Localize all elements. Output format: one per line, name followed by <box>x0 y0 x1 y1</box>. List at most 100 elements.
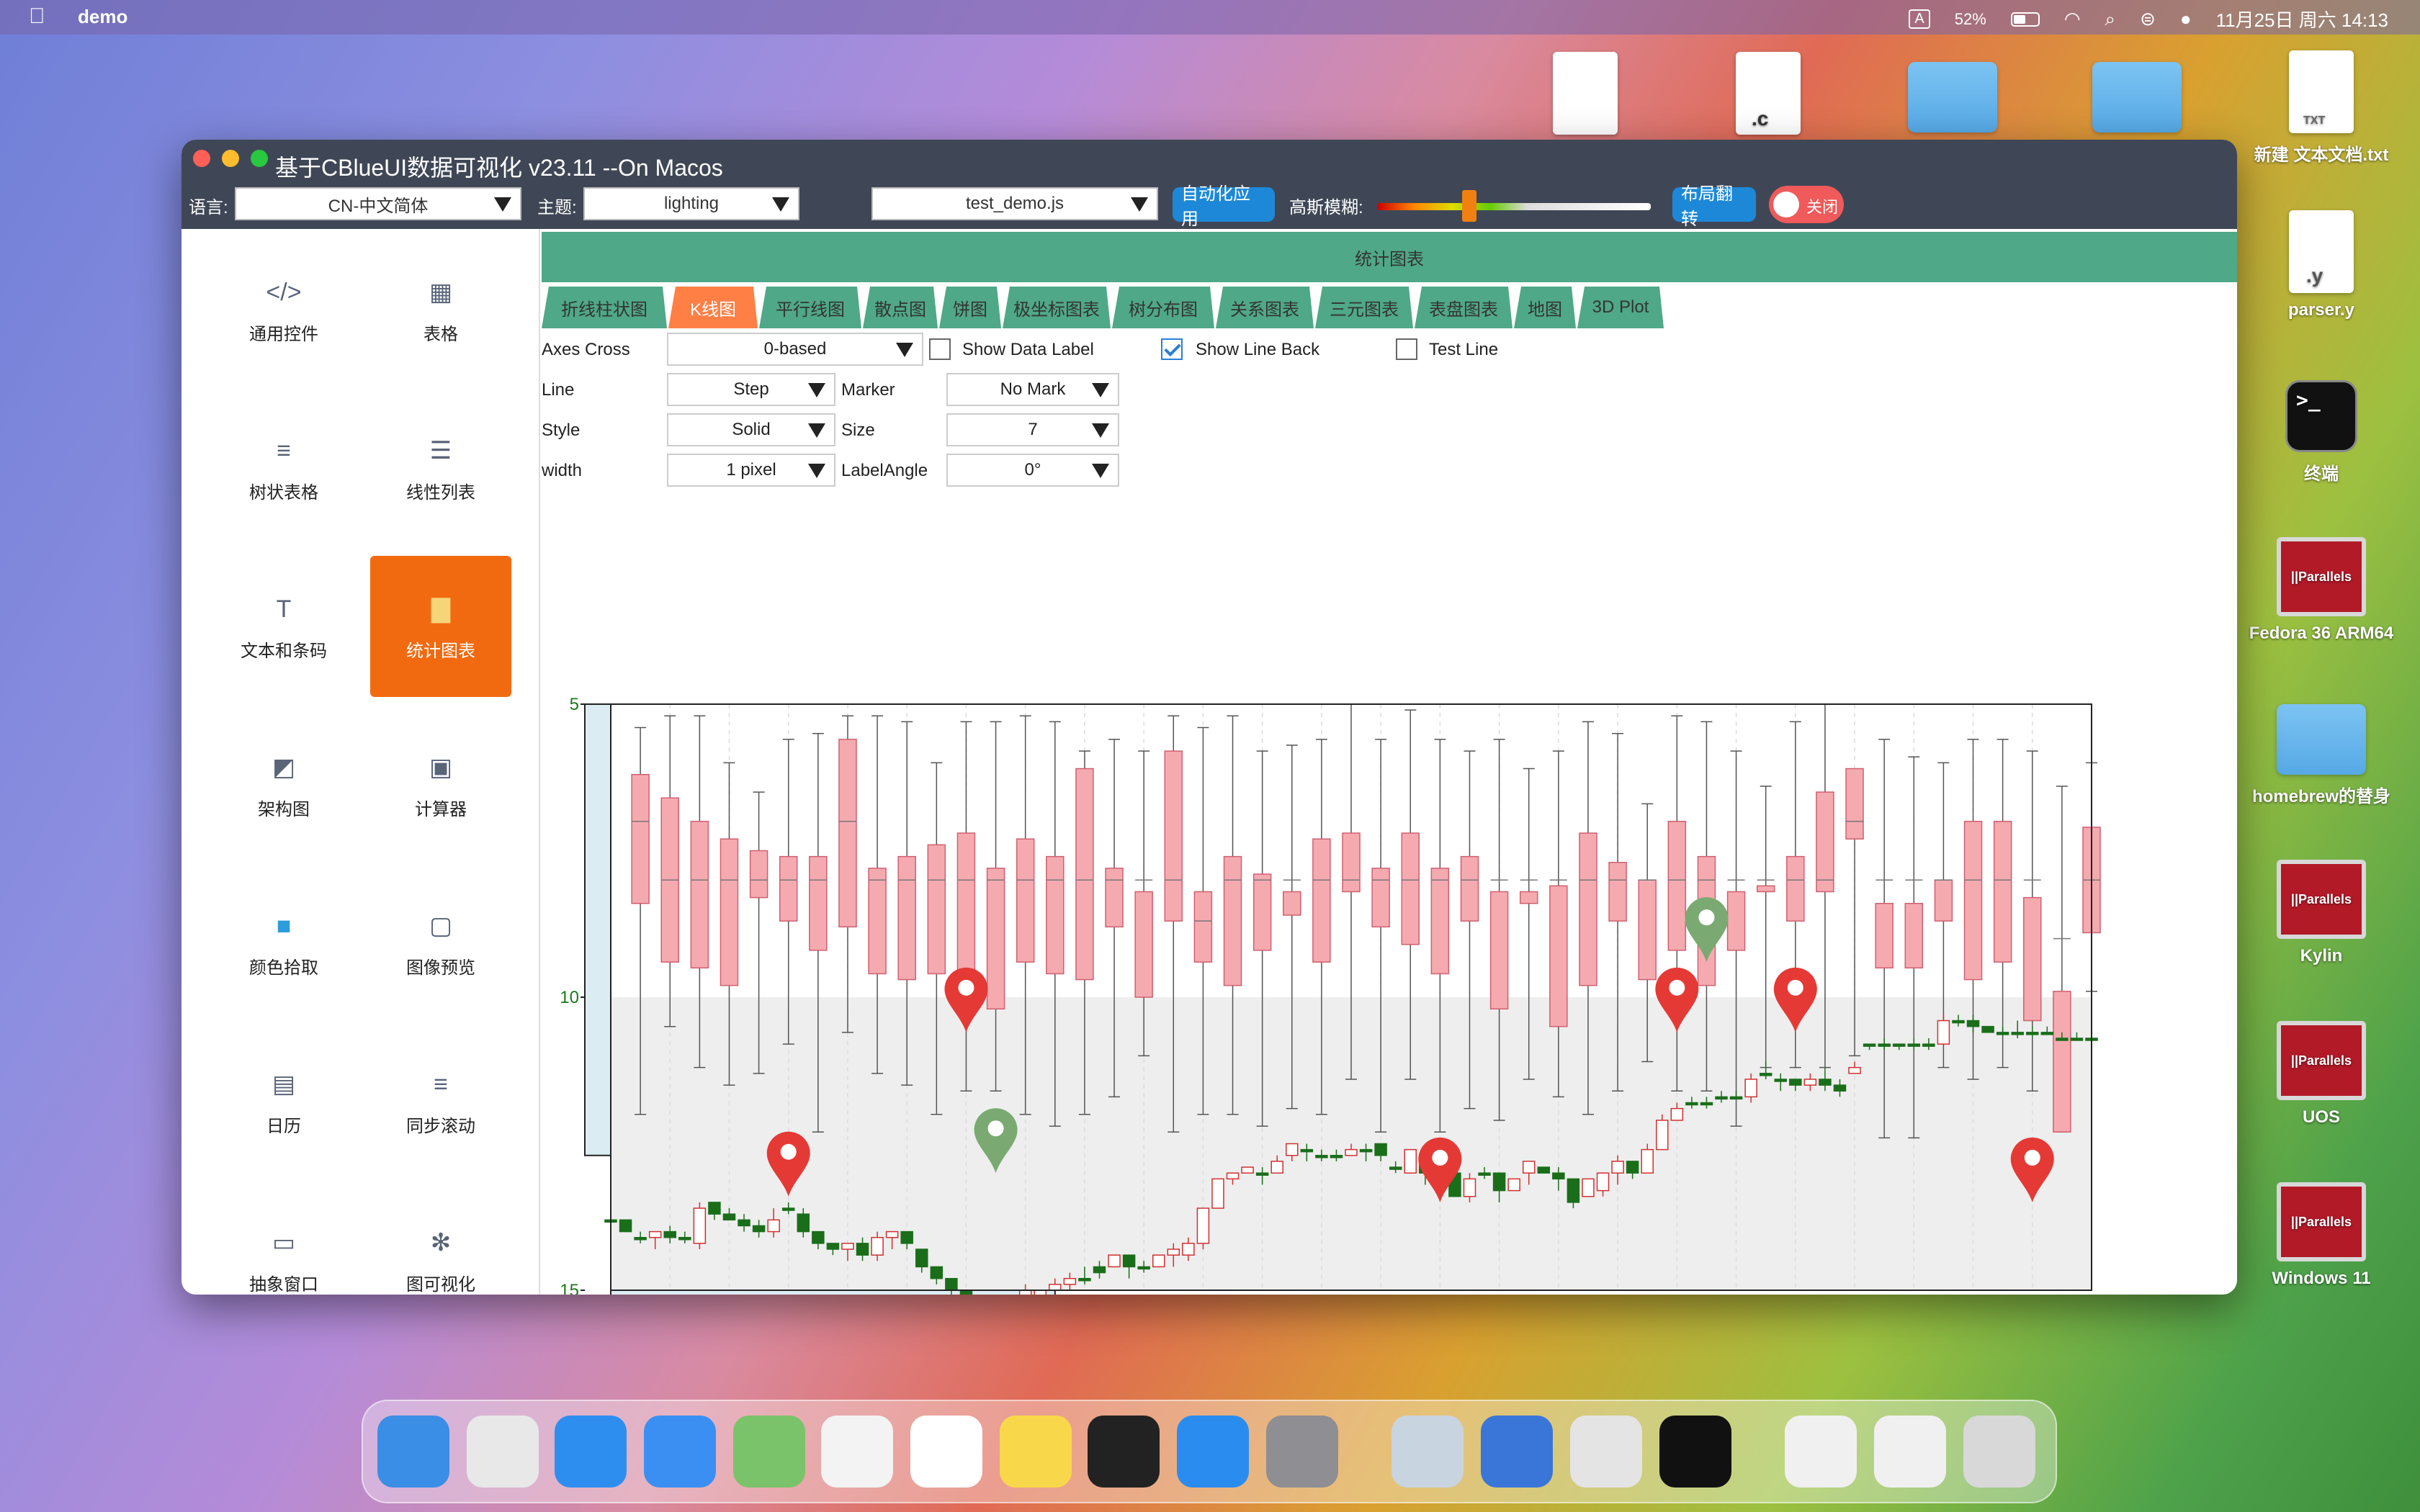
desktop-windows-vm[interactable]: ||Parallels Windows 11 <box>2238 1182 2404 1289</box>
tab-10[interactable]: 地图 <box>1514 287 1576 328</box>
preview-icon[interactable] <box>1570 1416 1642 1488</box>
app-name[interactable]: demo <box>78 6 127 28</box>
clock[interactable]: 11月25日 周六 14:13 <box>2216 6 2388 32</box>
style-select[interactable]: Solid <box>667 413 835 446</box>
c-file-icon: .c <box>1736 52 1801 135</box>
width-select[interactable]: 1 pixel <box>667 454 835 487</box>
marker-label: Marker <box>841 380 895 400</box>
sidebar-item-diagram[interactable]: ◩ 架构图 <box>213 714 354 855</box>
battery-percent[interactable]: 52% <box>1955 10 1986 29</box>
sidebar-item-calendar[interactable]: ▤ 日历 <box>213 1031 354 1172</box>
auto-apply-button[interactable]: 自动化应用 <box>1173 184 1275 229</box>
desktop-kylin-vm[interactable]: ||Parallels Kylin <box>2238 860 2404 966</box>
candle-body <box>767 1219 780 1233</box>
desktop-fedora-vm[interactable]: ||Parallels Fedora 36 ARM64 <box>2238 537 2404 644</box>
tab-8[interactable]: 三元图表 <box>1315 287 1413 328</box>
axes-cross-select[interactable]: 0-based <box>667 333 923 366</box>
photos-icon[interactable] <box>821 1416 893 1488</box>
desktop-terminal-alias[interactable]: >_ 终端 <box>2238 380 2404 485</box>
tab-7[interactable]: 关系图表 <box>1216 287 1314 328</box>
show-data-label-checkbox[interactable] <box>929 338 951 360</box>
terminal-icon[interactable] <box>1088 1416 1160 1488</box>
desktop-file-1[interactable] <box>1502 52 1668 135</box>
launchpad-icon[interactable] <box>467 1416 539 1488</box>
tab-2[interactable]: 平行线图 <box>759 287 861 328</box>
sidebar-item-tree[interactable]: ≡ 树状表格 <box>213 397 354 539</box>
candle-body <box>945 1277 958 1291</box>
sidebar-item-window[interactable]: ▭ 抽象窗口 <box>213 1189 354 1295</box>
chevron-down-icon <box>1092 423 1109 438</box>
desktop-parser-file[interactable]: .y parser.y <box>2238 210 2404 320</box>
blur-slider-handle[interactable] <box>1462 190 1476 222</box>
mail-icon[interactable] <box>644 1416 716 1488</box>
tab-0[interactable]: 折线柱状图 <box>542 287 667 328</box>
wifi-icon[interactable]: ◠ <box>2064 8 2081 30</box>
minimize-window-icon[interactable] <box>222 150 239 167</box>
sidebar-item-sync-scroll[interactable]: ≡ 同步滚动 <box>370 1031 511 1172</box>
zoom-window-icon[interactable] <box>251 150 268 167</box>
xcode-icon[interactable] <box>1481 1416 1553 1488</box>
bar-chart-icon: ▇ <box>431 595 451 623</box>
tab-6[interactable]: 树分布图 <box>1112 287 1214 328</box>
label-angle-select[interactable]: 0° <box>946 454 1119 487</box>
desktop-homebrew-alias[interactable]: homebrew的替身 <box>2238 704 2404 807</box>
desktop-txt-file[interactable]: TXT 新建 文本文档.txt <box>2238 50 2404 166</box>
calendar-icon[interactable] <box>910 1416 982 1488</box>
candle-body <box>1715 1096 1728 1100</box>
desktop-folder-2[interactable] <box>2054 62 2220 132</box>
tab-11[interactable]: 3D Plot <box>1577 287 1664 328</box>
test-line-checkbox[interactable] <box>1396 338 1417 360</box>
desktop-uos-vm[interactable]: ||Parallels UOS <box>2238 1021 2404 1128</box>
pdf-file-icon[interactable] <box>1785 1416 1857 1488</box>
exec-icon[interactable] <box>1659 1416 1731 1488</box>
parallels-icon[interactable] <box>1392 1416 1464 1488</box>
show-line-back-checkbox[interactable] <box>1161 338 1183 360</box>
screenshot-icon[interactable] <box>1874 1416 1946 1488</box>
sidebar-item-bar-chart[interactable]: ▇ 统计图表 <box>370 556 511 697</box>
gaussian-blur-label: 高斯模糊: <box>1289 198 1363 217</box>
siri-icon[interactable]: ● <box>2180 8 2192 30</box>
settings-icon[interactable] <box>1266 1416 1338 1488</box>
sidebar-item-text[interactable]: T 文本和条码 <box>213 556 354 697</box>
kline-chart[interactable]: 0204060801001201401601802002202402602803… <box>542 550 2237 1295</box>
sidebar-item-list[interactable]: ☰ 线性列表 <box>370 397 511 539</box>
candle-body <box>826 1243 840 1250</box>
size-select[interactable]: 7 <box>946 413 1119 446</box>
language-select[interactable]: CN-中文简体 <box>235 187 521 220</box>
sidebar-item-code-window[interactable]: </> 通用控件 <box>213 239 354 380</box>
tab-5[interactable]: 极坐标图表 <box>1003 287 1111 328</box>
control-center-icon[interactable]: ⊜ <box>2140 8 2156 30</box>
sidebar-item-graph[interactable]: ✻ 图可视化 <box>370 1189 511 1295</box>
input-source-icon[interactable]: A <box>1909 9 1930 29</box>
blur-slider-track[interactable] <box>1377 203 1651 210</box>
tab-4[interactable]: 饼图 <box>939 287 1001 328</box>
sidebar-item-image-preview[interactable]: ▢ 图像预览 <box>370 873 511 1014</box>
finder-icon[interactable] <box>377 1416 449 1488</box>
tab-3[interactable]: 散点图 <box>863 287 938 328</box>
toggle-switch[interactable]: 关闭 <box>1769 186 1844 223</box>
desktop-folder-1[interactable] <box>1870 62 2035 132</box>
close-window-icon[interactable] <box>193 150 210 167</box>
theme-select[interactable]: lighting <box>583 187 799 220</box>
apple-icon[interactable]:  <box>29 4 45 29</box>
notes-icon[interactable] <box>1000 1416 1072 1488</box>
battery-icon[interactable] <box>2010 12 2040 27</box>
line-select[interactable]: Step <box>667 373 835 406</box>
boxplot-box <box>1401 832 1420 945</box>
trash-icon[interactable] <box>1963 1416 2035 1488</box>
tab-1[interactable]: K线图 <box>668 287 758 328</box>
script-select[interactable]: test_demo.js <box>871 187 1158 220</box>
safari-icon[interactable] <box>555 1416 627 1488</box>
sidebar-item-calculator[interactable]: ▣ 计算器 <box>370 714 511 855</box>
maps-icon[interactable] <box>733 1416 805 1488</box>
layout-flip-button[interactable]: 布局翻转 <box>1672 184 1756 229</box>
desktop-file-c[interactable]: .c <box>1685 52 1851 135</box>
app-store-icon[interactable] <box>1177 1416 1249 1488</box>
parallels-icon: ||Parallels <box>2277 1182 2366 1261</box>
marker-select[interactable]: No Mark <box>946 373 1119 406</box>
sidebar-item-color-picker[interactable]: ■ 颜色拾取 <box>213 873 354 1014</box>
tab-9[interactable]: 表盘图表 <box>1415 287 1512 328</box>
label-angle-label: LabelAngle <box>841 461 928 480</box>
search-icon[interactable]: ⌕ <box>2105 8 2116 31</box>
sidebar-item-table[interactable]: ▦ 表格 <box>370 239 511 380</box>
